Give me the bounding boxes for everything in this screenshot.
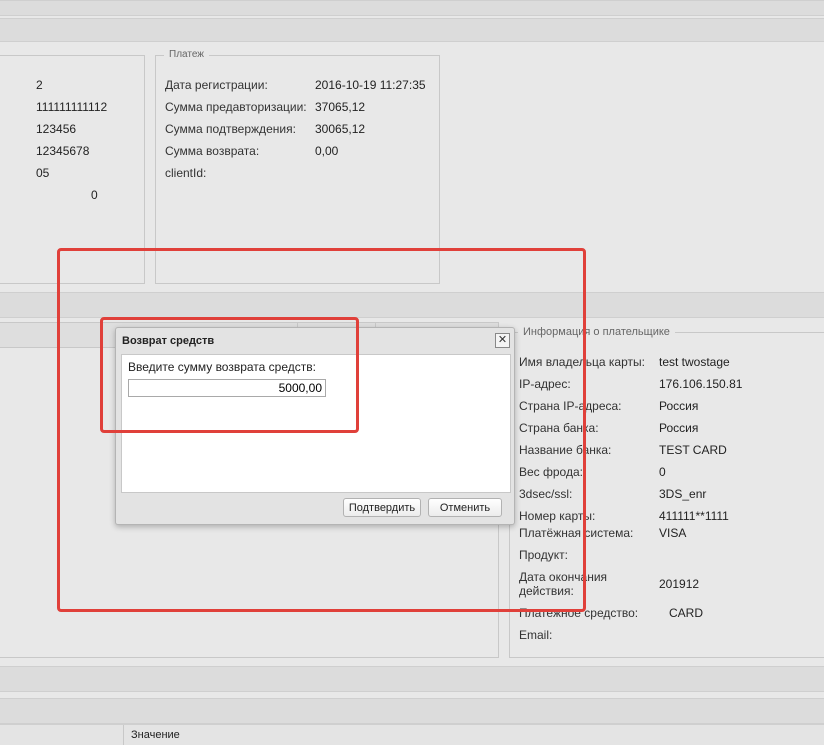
payment-label-preauth-amount: Сумма предавторизации:	[165, 100, 307, 114]
payer-info-panel: Информация о плательщике Имя владельца к…	[509, 326, 824, 658]
payer-value-fraud-weight: 0	[659, 465, 666, 479]
bottom-table-divider	[123, 725, 124, 745]
lower-section-band	[0, 666, 824, 692]
payment-label-client-id: clientId:	[165, 166, 207, 180]
refund-dialog: Возврат средств ✕ Введите сумму возврата…	[115, 327, 515, 525]
payer-value-3dsec: 3DS_enr	[659, 487, 707, 501]
payer-label-3dsec: 3dsec/ssl:	[519, 487, 573, 501]
order-value-3: 123456	[36, 122, 77, 136]
payer-value-card-number: 411111**1111	[659, 509, 729, 523]
order-info-panel: 2 111111111112 123456 12345678 05 0	[0, 55, 145, 284]
order-value-6: 0	[91, 188, 98, 202]
bottom-table-header-value: Значение	[131, 729, 180, 741]
payer-value-bank-name: TEST CARD	[659, 443, 727, 457]
payer-label-payment-method: Платежное средство:	[519, 606, 639, 620]
payer-label-expiry: Дата окончания действия:	[519, 570, 608, 598]
payment-value-registration-date: 2016-10-19 11:27:35	[315, 78, 426, 92]
payer-legend: Информация о плательщике	[518, 326, 675, 338]
payer-value-ip: 176.106.150.81	[659, 377, 743, 391]
payment-legend: Платеж	[164, 49, 209, 60]
refund-amount-prompt: Введите сумму возврата средств:	[128, 360, 316, 374]
payer-label-ip-country: Страна IP-адреса:	[519, 399, 622, 413]
payer-label-bank-name: Название банка:	[519, 443, 612, 457]
payment-value-preauth-amount: 37065,12	[315, 100, 366, 114]
order-value-5: 05	[36, 166, 50, 180]
section-header-band	[0, 18, 824, 42]
bottom-table-header: Значение	[0, 724, 824, 745]
payer-value-payment-system: VISA	[659, 526, 687, 540]
payment-value-confirm-amount: 30065,12	[315, 122, 366, 136]
payment-label-refund-amount: Сумма возврата:	[165, 144, 260, 158]
payer-label-fraud-weight: Вес фрода:	[519, 465, 583, 479]
payer-label-cardholder: Имя владельца карты:	[519, 355, 645, 369]
payer-label-email: Email:	[519, 628, 553, 642]
confirm-button[interactable]: Подтвердить	[343, 498, 421, 517]
payer-value-expiry: 201912	[659, 577, 700, 591]
payment-panel: Платеж Дата регистрации: 2016-10-19 11:2…	[155, 49, 440, 284]
bottom-section-band	[0, 698, 824, 724]
payer-label-ip: IP-адрес:	[519, 377, 571, 391]
payment-label-registration-date: Дата регистрации:	[165, 78, 268, 92]
cancel-button[interactable]: Отменить	[428, 498, 502, 517]
order-value-4: 12345678	[36, 144, 90, 158]
dialog-title: Возврат средств	[122, 335, 215, 347]
middle-section-band	[0, 292, 824, 318]
payer-label-product: Продукт:	[519, 548, 568, 562]
payer-value-bank-country: Россия	[659, 421, 699, 435]
payer-value-payment-method: CARD	[669, 606, 704, 620]
close-icon[interactable]: ✕	[495, 333, 510, 348]
payment-value-refund-amount: 0,00	[315, 144, 339, 158]
payer-value-ip-country: Россия	[659, 399, 699, 413]
order-value-1: 2	[36, 78, 43, 92]
payment-label-confirm-amount: Сумма подтверждения:	[165, 122, 296, 136]
payer-label-bank-country: Страна банка:	[519, 421, 599, 435]
payer-value-cardholder: test twostage	[659, 355, 730, 369]
order-value-2: 111111111112	[36, 100, 108, 114]
payer-label-payment-system: Платёжная система:	[519, 526, 634, 540]
payer-label-card-number: Номер карты:	[519, 509, 596, 523]
top-toolbar-band	[0, 0, 824, 16]
refund-amount-input[interactable]	[128, 379, 326, 397]
dialog-body: Введите сумму возврата средств:	[121, 354, 511, 493]
